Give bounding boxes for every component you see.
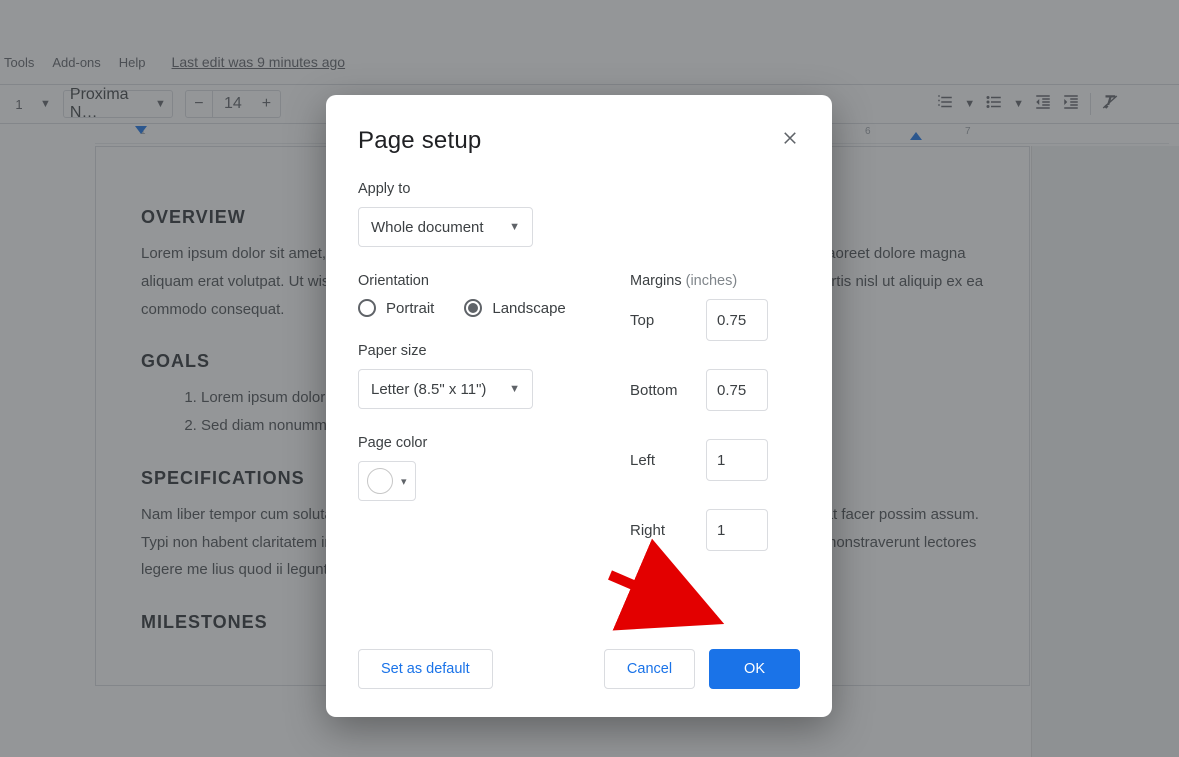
chevron-down-icon: ▾ <box>401 475 407 488</box>
paper-size-label: Paper size <box>358 343 590 359</box>
margins-units: (inches) <box>686 273 738 289</box>
apply-to-label: Apply to <box>358 181 800 197</box>
margin-top-input[interactable] <box>706 299 768 341</box>
paper-size-select[interactable]: Letter (8.5" x 11") ▼ <box>358 369 533 409</box>
dialog-title: Page setup <box>358 127 800 155</box>
page-color-label: Page color <box>358 435 590 451</box>
margin-left-input[interactable] <box>706 439 768 481</box>
radio-icon <box>464 299 482 317</box>
margin-bottom-label: Bottom <box>630 382 696 399</box>
orientation-portrait-label: Portrait <box>386 300 434 317</box>
close-icon <box>781 128 799 146</box>
radio-icon <box>358 299 376 317</box>
set-as-default-button[interactable]: Set as default <box>358 649 493 689</box>
apply-to-value: Whole document <box>371 219 484 236</box>
page-color-select[interactable]: ▾ <box>358 461 416 501</box>
margin-bottom-input[interactable] <box>706 369 768 411</box>
color-swatch-icon <box>367 468 393 494</box>
margin-left-label: Left <box>630 452 696 469</box>
close-button[interactable] <box>778 125 802 149</box>
paper-size-value: Letter (8.5" x 11") <box>371 381 486 398</box>
chevron-down-icon: ▼ <box>509 383 520 395</box>
orientation-landscape-radio[interactable]: Landscape <box>464 299 565 317</box>
page-setup-dialog: Page setup Apply to Whole document ▼ Ori… <box>326 95 832 717</box>
margins-label: Margins (inches) <box>630 273 800 289</box>
apply-to-select[interactable]: Whole document ▼ <box>358 207 533 247</box>
margin-right-label: Right <box>630 522 696 539</box>
margin-top-label: Top <box>630 312 696 329</box>
orientation-landscape-label: Landscape <box>492 300 565 317</box>
left-column: Orientation Portrait Landscape Paper siz… <box>358 247 590 551</box>
orientation-group: Portrait Landscape <box>358 299 590 317</box>
orientation-label: Orientation <box>358 273 590 289</box>
ok-button[interactable]: OK <box>709 649 800 689</box>
margin-right-input[interactable] <box>706 509 768 551</box>
dialog-button-row: Set as default Cancel OK <box>358 625 800 689</box>
cancel-button[interactable]: Cancel <box>604 649 695 689</box>
chevron-down-icon: ▼ <box>509 221 520 233</box>
right-column: Margins (inches) Top Bottom Left Right <box>630 247 800 551</box>
orientation-portrait-radio[interactable]: Portrait <box>358 299 434 317</box>
